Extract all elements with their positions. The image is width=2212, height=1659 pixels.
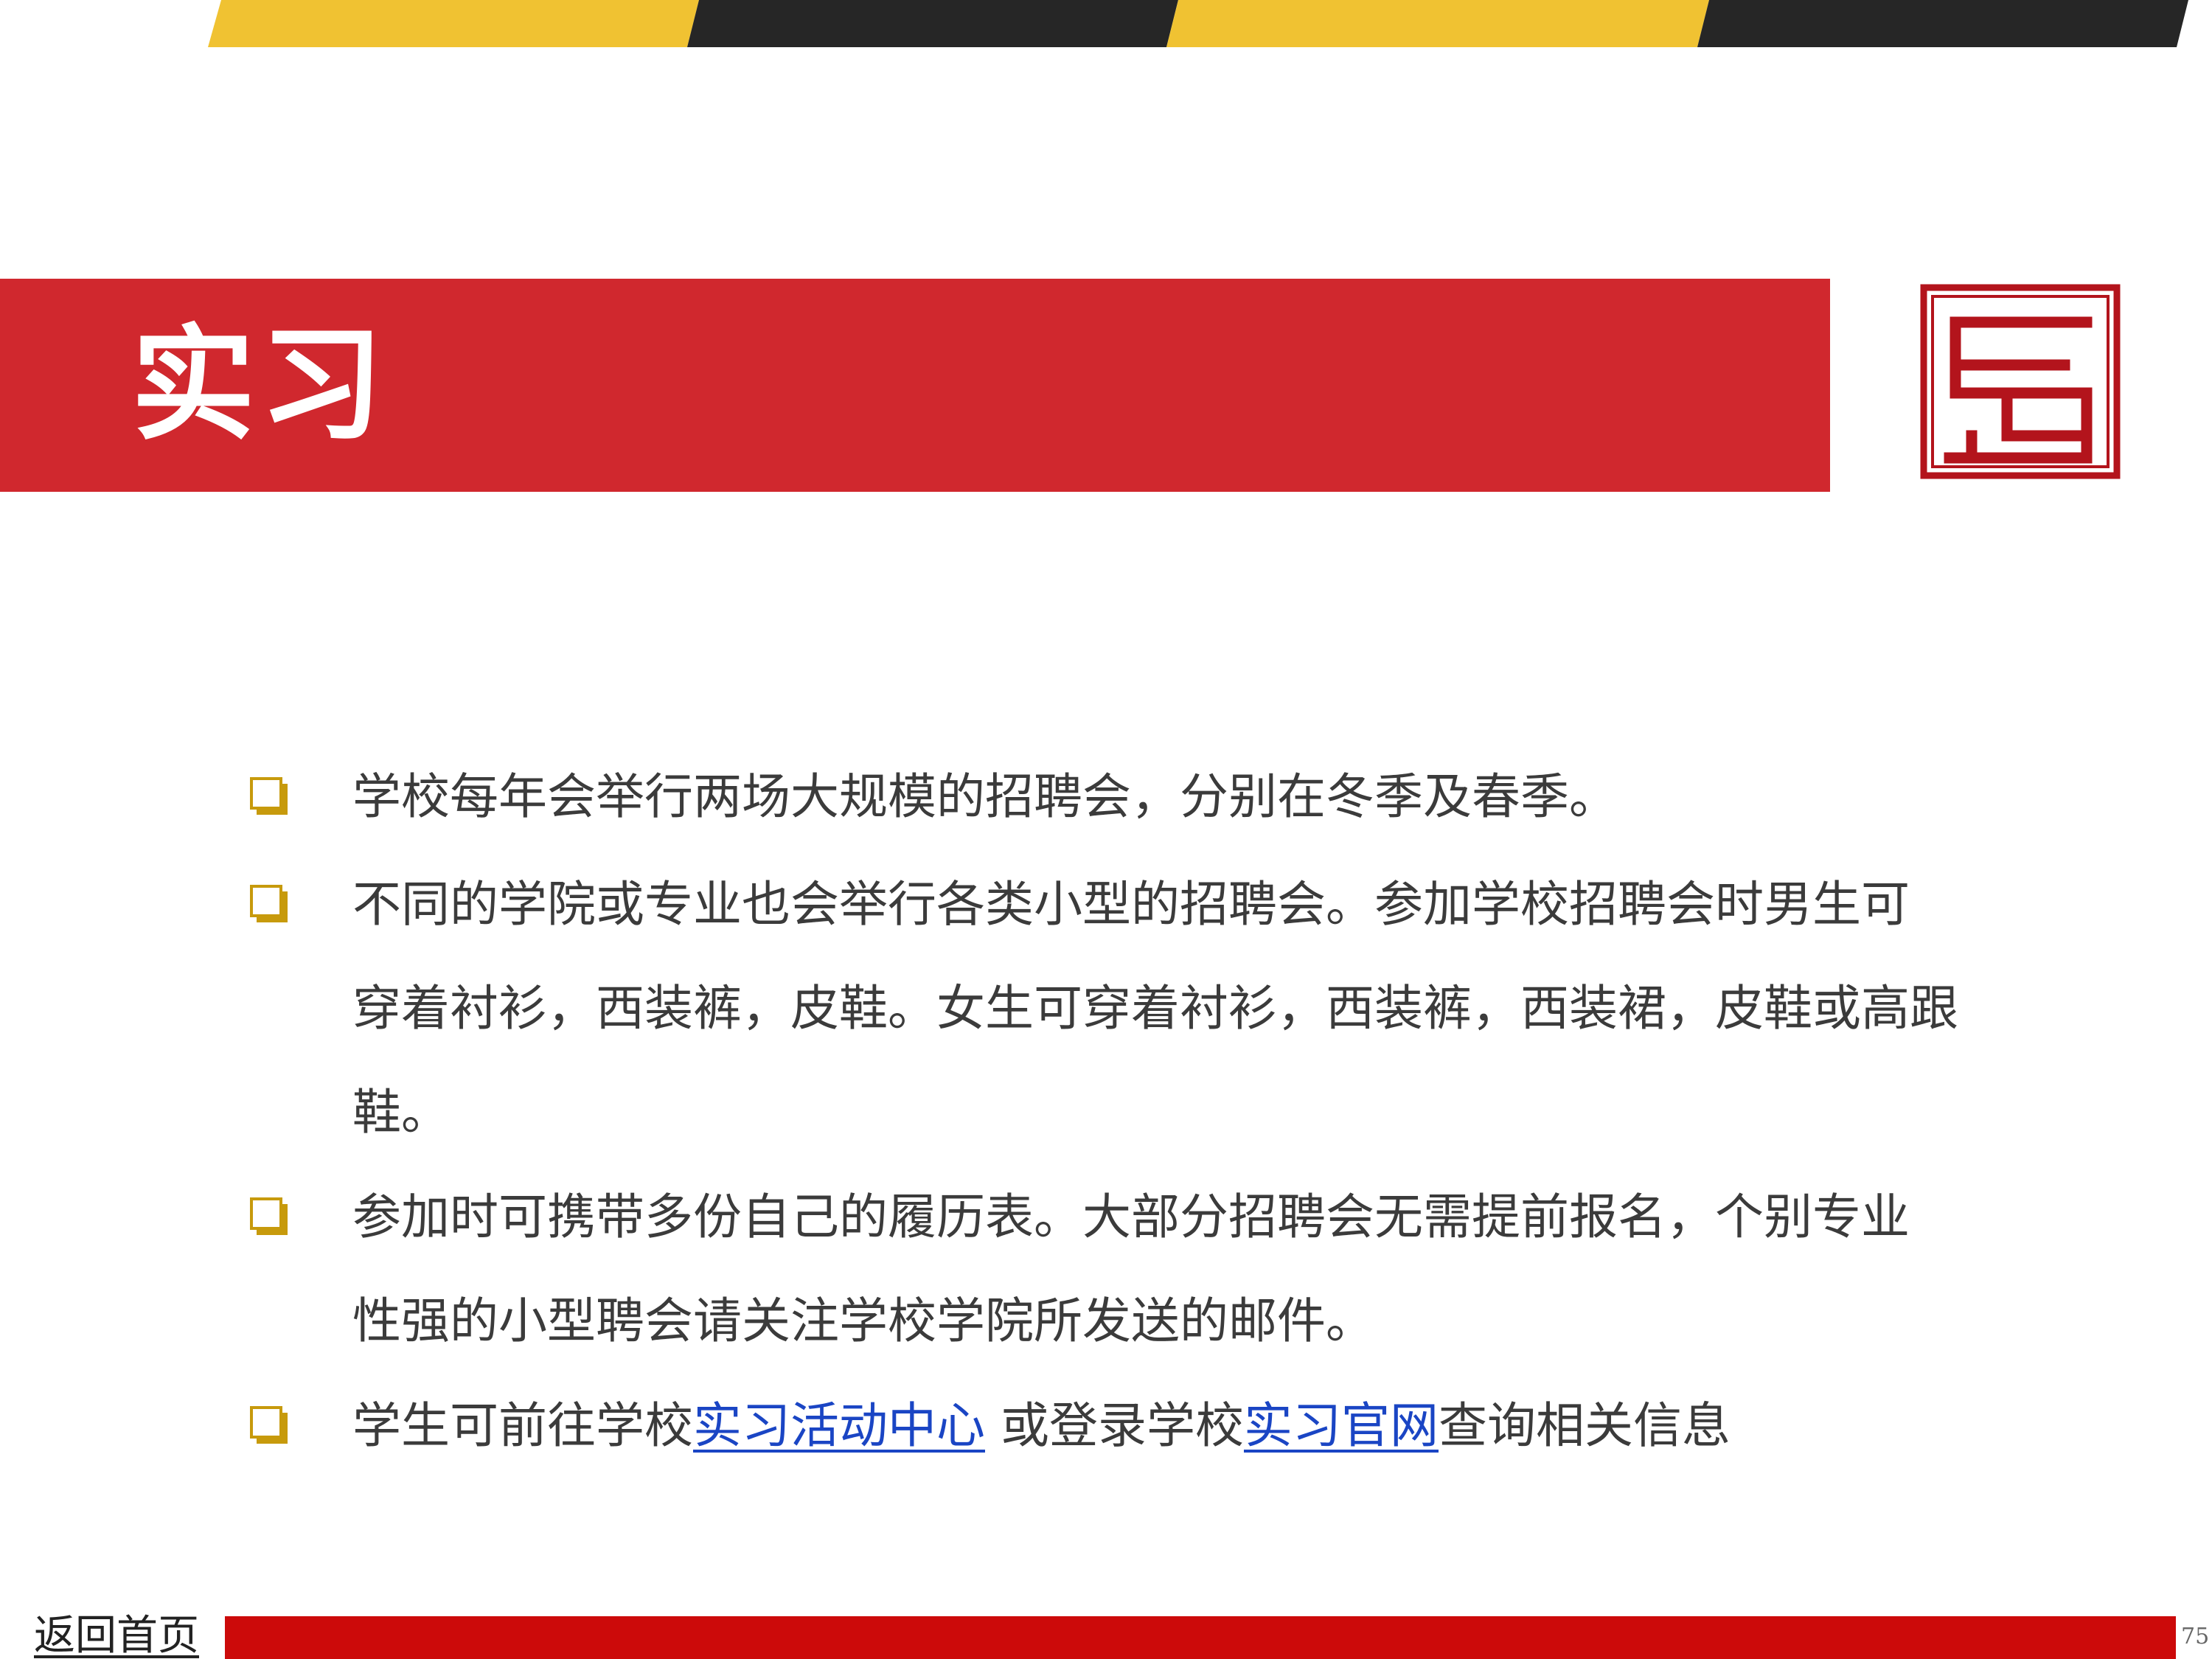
- bullet-line: 穿着衬衫，西装裤，皮鞋。女生可穿着衬衫，西装裤，西装裙，皮鞋或高跟: [352, 980, 1958, 1037]
- stripe-yellow-2: [1166, 0, 1709, 47]
- bullet-item-4: 学生可前往学校实习活动中心 或登录学校实习官网查询相关信息: [352, 1374, 2137, 1478]
- footer-bar: [225, 1616, 2176, 1659]
- bullet-line: 学校每年会举行两场大规模的招聘会，分别在冬季及春季。: [352, 768, 1618, 825]
- checkbox-bullet-icon: [250, 1406, 288, 1444]
- checkbox-bullet-icon: [250, 777, 288, 815]
- stripe-yellow-1: [208, 0, 699, 47]
- internship-website-link[interactable]: 实习官网: [1244, 1397, 1439, 1454]
- stripe-black-2: [1697, 0, 2188, 47]
- internship-center-link[interactable]: 实习活动中心: [693, 1397, 985, 1454]
- checkbox-bullet-icon: [250, 885, 288, 922]
- bullet-item-1: 学校每年会举行两场大规模的招聘会，分别在冬季及春季。: [352, 745, 2137, 849]
- slide-title: 实习: [131, 313, 388, 457]
- top-stripes: [208, 0, 2188, 47]
- stripe-black-1: [687, 0, 1178, 47]
- bullet-text: 学生可前往学校: [352, 1397, 693, 1454]
- bullet-item-2: 不同的学院或专业也会举行各类小型的招聘会。参加学校招聘会时男生可 穿着衬衫，西装…: [352, 852, 2137, 1164]
- bullet-line: 参加时可携带多份自己的履历表。大部分招聘会无需提前报名，个别专业: [352, 1189, 1910, 1245]
- bullet-text: 或登录学校: [985, 1397, 1244, 1454]
- seal-logo-icon: [1920, 284, 2121, 479]
- bullet-line: 性强的小型聘会请关注学校学院所发送的邮件。: [352, 1293, 1374, 1349]
- home-link[interactable]: 返回首页: [34, 1610, 199, 1659]
- checkbox-bullet-icon: [250, 1197, 288, 1235]
- bullet-line: 不同的学院或专业也会举行各类小型的招聘会。参加学校招聘会时男生可: [352, 876, 1910, 933]
- slide: 实习 学校每年会举行两场大规模的招聘会，分别在冬季及春季。 不同的学院或专业也会…: [0, 0, 2212, 1659]
- bullet-line: 学生可前往学校实习活动中心 或登录学校实习官网查询相关信息: [352, 1374, 2137, 1478]
- page-number: 75: [2181, 1624, 2210, 1649]
- bullet-line: 鞋。: [352, 1084, 450, 1141]
- bullet-text: 查询相关信息: [1438, 1397, 1731, 1454]
- bullet-item-3: 参加时可携带多份自己的履历表。大部分招聘会无需提前报名，个别专业 性强的小型聘会…: [352, 1165, 2137, 1373]
